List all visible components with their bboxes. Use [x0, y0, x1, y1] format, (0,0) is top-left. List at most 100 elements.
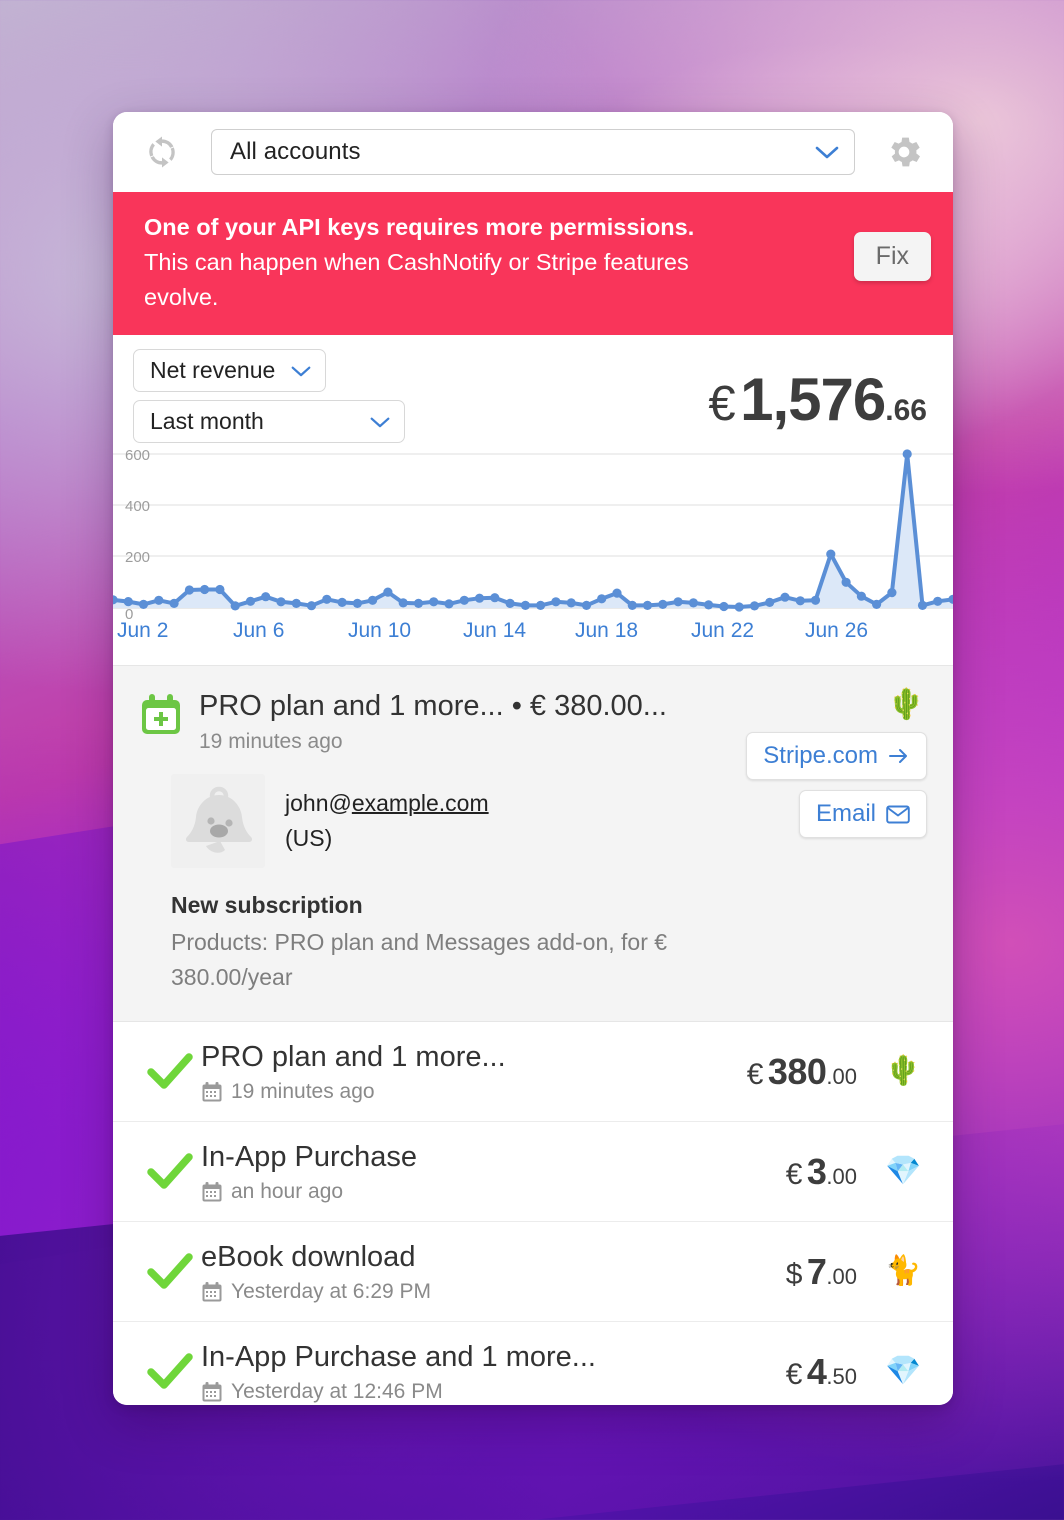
- chart-point[interactable]: [581, 600, 592, 610]
- chart-point[interactable]: [887, 588, 897, 598]
- account-selector[interactable]: All accounts: [211, 129, 855, 175]
- chart-point[interactable]: [505, 598, 515, 608]
- chart-point[interactable]: [154, 595, 164, 605]
- chart-point[interactable]: [627, 600, 637, 610]
- stats-section: Net revenue Last month € 1,576.66 600 40…: [113, 335, 953, 665]
- chart-point[interactable]: [444, 599, 454, 609]
- gear-icon: [891, 137, 920, 167]
- period-selector[interactable]: Last month: [133, 400, 405, 443]
- avatar: [171, 774, 265, 868]
- chart-point[interactable]: [169, 598, 179, 608]
- refresh-icon: [149, 136, 175, 168]
- chart-point[interactable]: [841, 577, 851, 587]
- chart-point[interactable]: [872, 599, 882, 609]
- table-row[interactable]: PRO plan and 1 more... 19 minutes ago € 38…: [113, 1021, 953, 1121]
- chart-point[interactable]: [490, 593, 500, 603]
- chart-point[interactable]: [642, 600, 653, 610]
- ytick-400: 400: [125, 498, 150, 515]
- transaction-currency: $: [785, 1257, 803, 1291]
- chart-point[interactable]: [826, 549, 836, 559]
- chart-point[interactable]: [474, 593, 485, 603]
- chart-point[interactable]: [291, 598, 301, 608]
- chart-point[interactable]: [658, 599, 668, 609]
- xtick-0: Jun 2: [117, 619, 168, 642]
- chart-point[interactable]: [184, 585, 194, 595]
- customer-email[interactable]: john@example.com: [285, 790, 489, 817]
- chart-point[interactable]: [261, 592, 271, 602]
- transaction-info: eBook download Yesterday at 6:29 PM: [201, 1240, 786, 1304]
- email-button[interactable]: Email: [798, 790, 927, 838]
- chart-point[interactable]: [459, 595, 469, 605]
- ytick-600: 600: [125, 447, 150, 464]
- chart-point[interactable]: [352, 598, 362, 608]
- calendar-plus-icon: [139, 688, 185, 743]
- chart-point[interactable]: [688, 598, 699, 608]
- fix-button[interactable]: Fix: [853, 232, 931, 281]
- revenue-chart[interactable]: 600 400 200 0 Jun 2 Jun 6 Jun 10 Jun 14 …: [113, 447, 953, 665]
- chart-point[interactable]: [566, 598, 576, 608]
- total-decimal: .66: [885, 394, 927, 427]
- chart-point[interactable]: [368, 595, 378, 605]
- chart-point[interactable]: [306, 601, 317, 611]
- alert-message: One of your API keys requires more permi…: [144, 210, 854, 315]
- transaction-amount: € 380.00: [747, 1051, 857, 1093]
- chart-point[interactable]: [719, 601, 729, 612]
- metric-selector[interactable]: Net revenue: [133, 349, 327, 392]
- cactus-icon: 🌵: [884, 1055, 922, 1087]
- chart-point[interactable]: [704, 600, 714, 610]
- chart-point[interactable]: [276, 597, 286, 607]
- transaction-info: In-App Purchase and 1 more... Yesterday a…: [201, 1340, 786, 1404]
- table-row[interactable]: In-App Purchase an hour ago € 3.00 💎: [113, 1121, 953, 1221]
- chart-point[interactable]: [215, 584, 225, 595]
- chart-point[interactable]: [245, 596, 256, 606]
- chart-point[interactable]: [734, 602, 744, 612]
- table-row[interactable]: eBook download Yesterday at 6:29 PM $ 7.00…: [113, 1221, 953, 1321]
- refresh-button[interactable]: [139, 129, 185, 175]
- chart-point[interactable]: [765, 597, 775, 607]
- chart-point[interactable]: [429, 597, 439, 607]
- cashnotify-window: All accounts One of your API keys requir…: [113, 112, 953, 1405]
- chart-point[interactable]: [597, 594, 607, 604]
- xtick-6: Jun 26: [805, 619, 868, 642]
- chart-point[interactable]: [749, 601, 760, 611]
- chart-point[interactable]: [138, 599, 149, 609]
- chart-point[interactable]: [917, 600, 928, 610]
- chart-point[interactable]: [337, 597, 347, 607]
- chart-point[interactable]: [902, 449, 912, 459]
- chart-y-axis: 600 400 200 0: [125, 447, 150, 623]
- transaction-title: In-App Purchase: [201, 1140, 418, 1173]
- chart-point[interactable]: [520, 600, 530, 610]
- transaction-integer: 3: [806, 1150, 827, 1192]
- transaction-list: PRO plan and 1 more... 19 minutes ago € 38…: [113, 1021, 953, 1405]
- table-row[interactable]: In-App Purchase and 1 more... Yesterday a…: [113, 1321, 953, 1405]
- customer-text: john@example.com (US): [285, 790, 489, 852]
- calendar-icon: [202, 1181, 222, 1201]
- transaction-title: PRO plan and 1 more...: [201, 1040, 506, 1073]
- chart-point[interactable]: [780, 592, 790, 602]
- chart-point[interactable]: [413, 598, 424, 608]
- chart-point[interactable]: [551, 597, 561, 607]
- transaction-info: In-App Purchase an hour ago: [201, 1140, 786, 1204]
- chart-point[interactable]: [536, 600, 546, 610]
- settings-button[interactable]: [881, 129, 927, 175]
- chart-point[interactable]: [933, 596, 943, 606]
- transaction-amount: € 4.50: [786, 1351, 857, 1393]
- chart-point[interactable]: [398, 598, 408, 608]
- chart-point[interactable]: [230, 601, 240, 611]
- chart-point[interactable]: [383, 587, 393, 597]
- chart-point[interactable]: [856, 591, 867, 601]
- stripe-link-button[interactable]: Stripe.com: [746, 732, 927, 780]
- transaction-meta: Yesterday at 6:29 PM: [201, 1280, 786, 1304]
- chart-point[interactable]: [322, 594, 332, 604]
- chart-point[interactable]: [123, 597, 133, 607]
- transaction-integer: 7: [806, 1250, 827, 1292]
- transaction-decimal: .00: [826, 1163, 857, 1189]
- transaction-integer: 380: [767, 1050, 827, 1092]
- stripe-link-label: Stripe.com: [763, 742, 878, 769]
- chart-point[interactable]: [200, 584, 210, 595]
- check-icon: [139, 1152, 201, 1192]
- chart-point[interactable]: [673, 597, 683, 607]
- chart-point[interactable]: [612, 588, 622, 598]
- chart-point[interactable]: [795, 596, 805, 606]
- chart-point[interactable]: [810, 595, 821, 605]
